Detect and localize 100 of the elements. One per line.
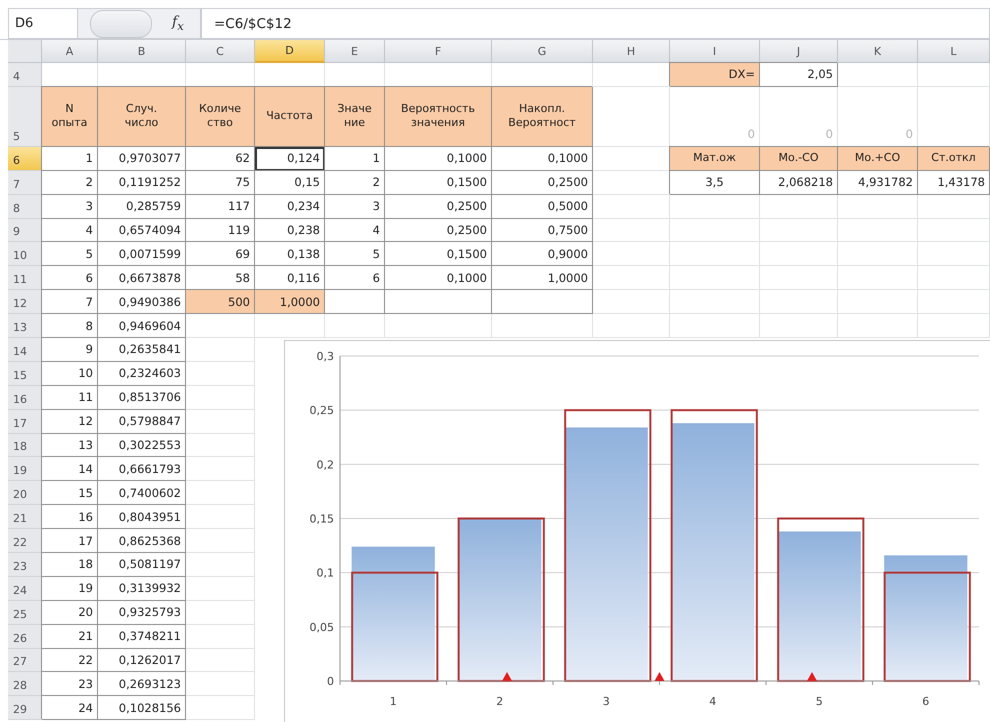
- table-cell[interactable]: 17: [42, 529, 98, 554]
- table-cell[interactable]: [186, 481, 255, 506]
- table-cell[interactable]: 0,1000: [385, 146, 492, 171]
- table-cell[interactable]: 0,1500: [385, 242, 492, 266]
- table-cell[interactable]: 0,1000: [385, 266, 492, 290]
- table-cell[interactable]: [593, 242, 670, 266]
- row-header[interactable]: 25: [8, 600, 42, 625]
- table-cell[interactable]: 0,1191252: [98, 170, 186, 195]
- table-cell[interactable]: 1: [325, 146, 385, 171]
- table-cell[interactable]: 4,931782: [838, 170, 918, 195]
- table-cell[interactable]: 0,5081197: [98, 553, 186, 577]
- table-cell[interactable]: 0,9703077: [98, 146, 186, 171]
- column-heading-cell[interactable]: Ст.откл: [918, 146, 990, 171]
- table-cell[interactable]: [760, 290, 838, 314]
- table-cell[interactable]: 0,0071599: [98, 242, 186, 266]
- table-cell[interactable]: [760, 194, 838, 219]
- table-cell[interactable]: 1,43178: [918, 170, 990, 195]
- row-header[interactable]: 23: [8, 553, 42, 577]
- table-cell[interactable]: [670, 218, 760, 242]
- table-cell[interactable]: 0,6673878: [98, 266, 186, 290]
- row-header[interactable]: 26: [8, 624, 42, 649]
- table-cell[interactable]: 119: [186, 218, 255, 242]
- table-cell[interactable]: 5: [42, 242, 98, 266]
- table-cell[interactable]: 4: [42, 218, 98, 242]
- table-cell[interactable]: 0,238: [255, 218, 325, 242]
- table-cell[interactable]: 0,138: [255, 242, 325, 266]
- row-header[interactable]: 24: [8, 576, 42, 601]
- column-heading-cell[interactable]: N опыта: [42, 86, 98, 147]
- table-cell[interactable]: [760, 218, 838, 242]
- table-cell[interactable]: [593, 218, 670, 242]
- table-cell[interactable]: 0,2324603: [98, 362, 186, 386]
- table-cell[interactable]: [255, 314, 325, 338]
- table-cell[interactable]: 3,5: [670, 170, 760, 195]
- table-cell[interactable]: 4: [325, 218, 385, 242]
- table-cell[interactable]: 24: [42, 696, 98, 720]
- table-cell[interactable]: [186, 648, 255, 672]
- column-heading-cell[interactable]: Мат.ож: [670, 146, 760, 171]
- table-cell[interactable]: [186, 314, 255, 338]
- table-cell[interactable]: 3: [325, 194, 385, 219]
- table-cell[interactable]: 0,9469604: [98, 314, 186, 338]
- table-cell[interactable]: 0,3748211: [98, 624, 186, 649]
- table-cell[interactable]: 0,1262017: [98, 648, 186, 672]
- column-heading-cell[interactable]: Мо.-СО: [760, 146, 838, 171]
- column-heading-cell[interactable]: Случ. число: [98, 86, 186, 147]
- table-cell[interactable]: 6: [42, 266, 98, 290]
- column-header[interactable]: G: [492, 40, 593, 63]
- table-cell[interactable]: [838, 218, 918, 242]
- table-cell[interactable]: 15: [42, 481, 98, 506]
- column-heading-cell[interactable]: Вероятность значения: [385, 86, 492, 147]
- row-header[interactable]: 22: [8, 529, 42, 554]
- name-box[interactable]: D6: [8, 8, 77, 39]
- table-cell[interactable]: 0,8513706: [98, 386, 186, 410]
- table-cell[interactable]: 1,0000: [255, 290, 325, 314]
- table-cell[interactable]: 9: [42, 338, 98, 362]
- row-header[interactable]: 9: [8, 218, 42, 242]
- column-header[interactable]: B: [98, 40, 186, 63]
- table-cell[interactable]: 2,068218: [760, 170, 838, 195]
- column-header[interactable]: A: [42, 40, 98, 63]
- table-cell[interactable]: [838, 63, 918, 87]
- table-cell[interactable]: 0,285759: [98, 194, 186, 219]
- row-header[interactable]: 7: [8, 170, 42, 195]
- table-cell[interactable]: 22: [42, 648, 98, 672]
- row-header[interactable]: 15: [8, 362, 42, 386]
- table-cell[interactable]: 10: [42, 362, 98, 386]
- table-cell[interactable]: 7: [42, 290, 98, 314]
- row-header[interactable]: 5: [8, 86, 42, 147]
- row-header[interactable]: 20: [8, 481, 42, 506]
- table-cell[interactable]: [186, 410, 255, 434]
- column-header[interactable]: K: [838, 40, 918, 63]
- table-cell[interactable]: [593, 266, 670, 290]
- table-cell[interactable]: [838, 290, 918, 314]
- table-cell[interactable]: 500: [186, 290, 255, 314]
- row-header[interactable]: 12: [8, 290, 42, 314]
- row-header[interactable]: 16: [8, 386, 42, 410]
- table-cell[interactable]: [186, 553, 255, 577]
- table-cell[interactable]: [918, 266, 990, 290]
- table-cell[interactable]: 0,234: [255, 194, 325, 219]
- table-cell[interactable]: 117: [186, 194, 255, 219]
- table-cell[interactable]: 0,15: [255, 170, 325, 195]
- row-header[interactable]: 6: [8, 146, 42, 171]
- row-header[interactable]: 17: [8, 410, 42, 434]
- row-header[interactable]: 4: [8, 63, 42, 87]
- select-all-corner[interactable]: [8, 40, 42, 63]
- table-cell[interactable]: 75: [186, 170, 255, 195]
- table-cell[interactable]: 0,6661793: [98, 457, 186, 482]
- row-header[interactable]: 11: [8, 266, 42, 290]
- table-cell[interactable]: [186, 696, 255, 720]
- row-header[interactable]: 10: [8, 242, 42, 266]
- table-cell[interactable]: 0,1500: [385, 170, 492, 195]
- table-cell[interactable]: 13: [42, 434, 98, 458]
- resize-handle[interactable]: [90, 10, 152, 38]
- column-header[interactable]: C: [186, 40, 255, 63]
- table-cell[interactable]: [186, 505, 255, 530]
- column-header[interactable]: D: [255, 40, 325, 63]
- column-header[interactable]: L: [918, 40, 990, 63]
- table-cell[interactable]: [918, 290, 990, 314]
- table-cell[interactable]: 12: [42, 410, 98, 434]
- table-cell[interactable]: [838, 266, 918, 290]
- table-cell[interactable]: 18: [42, 553, 98, 577]
- table-cell[interactable]: 0,6574094: [98, 218, 186, 242]
